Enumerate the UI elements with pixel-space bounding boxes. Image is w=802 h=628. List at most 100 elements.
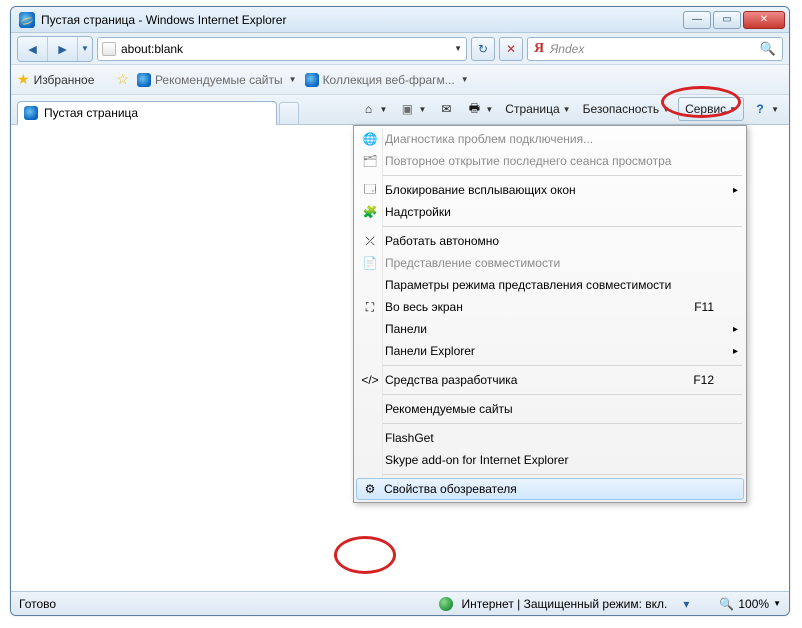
menu-item-label: FlashGet [385,431,434,445]
star-icon: ★ [17,71,30,88]
page-menu-button[interactable]: Страница▼ [501,97,574,121]
menu-item: 📄Представление совместимости [357,252,744,274]
compat-icon: 📄 [361,254,379,272]
tab-current[interactable]: Пустая страница [17,101,277,125]
zoom-value: 100% [738,597,769,611]
add-to-favorites-bar-button[interactable]: ☆ [116,71,129,88]
menu-item-label: Панели [385,322,427,336]
menu-item[interactable]: Skype add-on for Internet Explorer [357,449,744,471]
menu-item[interactable]: Панели▸ [357,318,744,340]
read-mail-button[interactable]: ✉ [434,97,458,121]
zoom-control[interactable]: 🔍 100% ▼ [719,597,781,611]
home-icon: ⌂ [361,101,377,117]
offline-icon: ⤫ [361,232,379,250]
minimize-button[interactable]: — [683,11,711,29]
fullscreen-icon: ⛶ [361,298,379,316]
chevron-down-icon: ▼ [289,75,297,84]
addons-icon: 🧩 [361,203,379,221]
menu-item[interactable]: Панели Explorer ▸ [357,340,744,362]
menu-item[interactable]: ⛶Во весь экранF11 [357,296,744,318]
help-button[interactable]: ?▼ [748,97,783,121]
status-ready: Готово [19,597,56,611]
menu-item-label: Skype add-on for Internet Explorer [385,453,568,467]
menu-item[interactable]: ⤫ Работать автономно [357,230,744,252]
menu-item-label: Свойства обозревателя [384,482,517,496]
menu-separator [383,394,742,395]
title-bar: Пустая страница - Windows Internet Explo… [11,7,789,33]
options-icon: ⚙ [361,480,379,498]
menu-item-label: Панели Explorer [385,344,475,358]
menu-separator [383,423,742,424]
search-provider-icon: Я [534,41,544,57]
suggested-sites-link[interactable]: Рекомендуемые сайты ▼ [137,73,297,87]
menu-item[interactable]: 🧩Надстройки [357,201,744,223]
chevron-down-icon: ▼ [461,75,469,84]
forward-button[interactable]: ► [48,37,78,61]
submenu-arrow-icon: ▸ [733,185,738,196]
close-button[interactable]: ✕ [743,11,785,29]
search-icon[interactable]: 🔍 [760,41,776,57]
window-buttons: — ▭ ✕ [683,11,785,29]
web-slice-label: Коллекция веб-фрагм... [323,73,455,87]
menu-item-label: Во весь экран [385,300,463,314]
web-slice-link[interactable]: Коллекция веб-фрагм... ▼ [305,73,469,87]
back-button[interactable]: ◄ [18,37,48,61]
new-tab-button[interactable] [279,102,299,124]
suggested-sites-label: Рекомендуемые сайты [155,73,283,87]
safety-menu-button[interactable]: Безопасность▼ [579,97,674,121]
tools-dropdown-menu: 🌐Диагностика проблем подключения...🗂Повт… [353,125,747,503]
print-icon: 🖶 [466,101,482,117]
page-icon [102,42,116,56]
menu-separator [383,175,742,176]
favorites-label: Избранное [34,73,95,87]
print-button[interactable]: 🖶▼ [462,97,497,121]
menu-item[interactable]: ⚙ Свойства обозревателя [356,478,744,500]
search-box[interactable]: Я Яndex 🔍 [527,37,783,61]
star-icon: ☆ [116,71,129,88]
status-zone: Интернет | Защищенный режим: вкл. [461,597,667,611]
recent-pages-dropdown[interactable]: ▼ [78,37,92,61]
ie-logo-icon [19,12,35,28]
ie-icon [305,73,319,87]
devtools-icon: </> [361,371,379,389]
menu-item: 🗂Повторное открытие последнего сеанса пр… [357,150,744,172]
rss-icon: ▣ [399,101,415,117]
refresh-button[interactable]: ↻ [471,37,495,61]
address-bar[interactable]: about:blank ▼ [97,37,467,61]
menu-item[interactable]: Рекомендуемые сайты [357,398,744,420]
globe-icon: 🌐 [361,130,379,148]
menu-item[interactable]: 🗔 Блокирование всплывающих окон ▸ [357,179,744,201]
globe-icon [439,597,453,611]
menu-separator [383,474,742,475]
address-text: about:blank [121,42,449,56]
home-button[interactable]: ⌂▼ [357,97,392,121]
menu-shortcut: F12 [693,373,714,387]
submenu-arrow-icon: ▸ [733,346,738,357]
favorites-bar: ★ Избранное ☆ Рекомендуемые сайты ▼ Колл… [11,65,789,95]
tools-label: Сервис [685,102,726,116]
feeds-button[interactable]: ▣▼ [395,97,430,121]
tab-title: Пустая страница [44,106,138,120]
menu-item[interactable]: FlashGet [357,427,744,449]
stop-button[interactable]: ✕ [499,37,523,61]
maximize-button[interactable]: ▭ [713,11,741,29]
protected-mode-toggle[interactable]: ▾ [683,597,689,611]
favorites-button[interactable]: ★ Избранное [17,71,94,88]
safety-label: Безопасность [583,102,660,116]
tools-menu-button[interactable]: Сервис▼ [678,97,744,121]
command-bar: ⌂▼ ▣▼ ✉ 🖶▼ Страница▼ Безопасность▼ Серви… [357,97,783,121]
menu-item[interactable]: </> Средства разработчика F12 [357,369,744,391]
menu-item-label: Блокирование всплывающих окон [385,183,576,197]
popup-icon: 🗔 [361,181,379,199]
help-icon: ? [752,101,768,117]
menu-item-label: Средства разработчика [385,373,517,387]
menu-item-label: Работать автономно [385,234,499,248]
tab-row: Пустая страница ⌂▼ ▣▼ ✉ 🖶▼ Страница▼ Без… [11,95,789,125]
content-area: 🌐Диагностика проблем подключения...🗂Повт… [11,125,789,591]
chevron-down-icon: ▼ [773,599,781,608]
address-dropdown-icon[interactable]: ▼ [454,44,462,53]
menu-item[interactable]: Параметры режима представления совместим… [357,274,744,296]
status-bar: Готово Интернет | Защищенный режим: вкл.… [11,591,789,615]
window-title: Пустая страница - Windows Internet Explo… [41,13,286,27]
menu-item-label: Параметры режима представления совместим… [385,278,671,292]
